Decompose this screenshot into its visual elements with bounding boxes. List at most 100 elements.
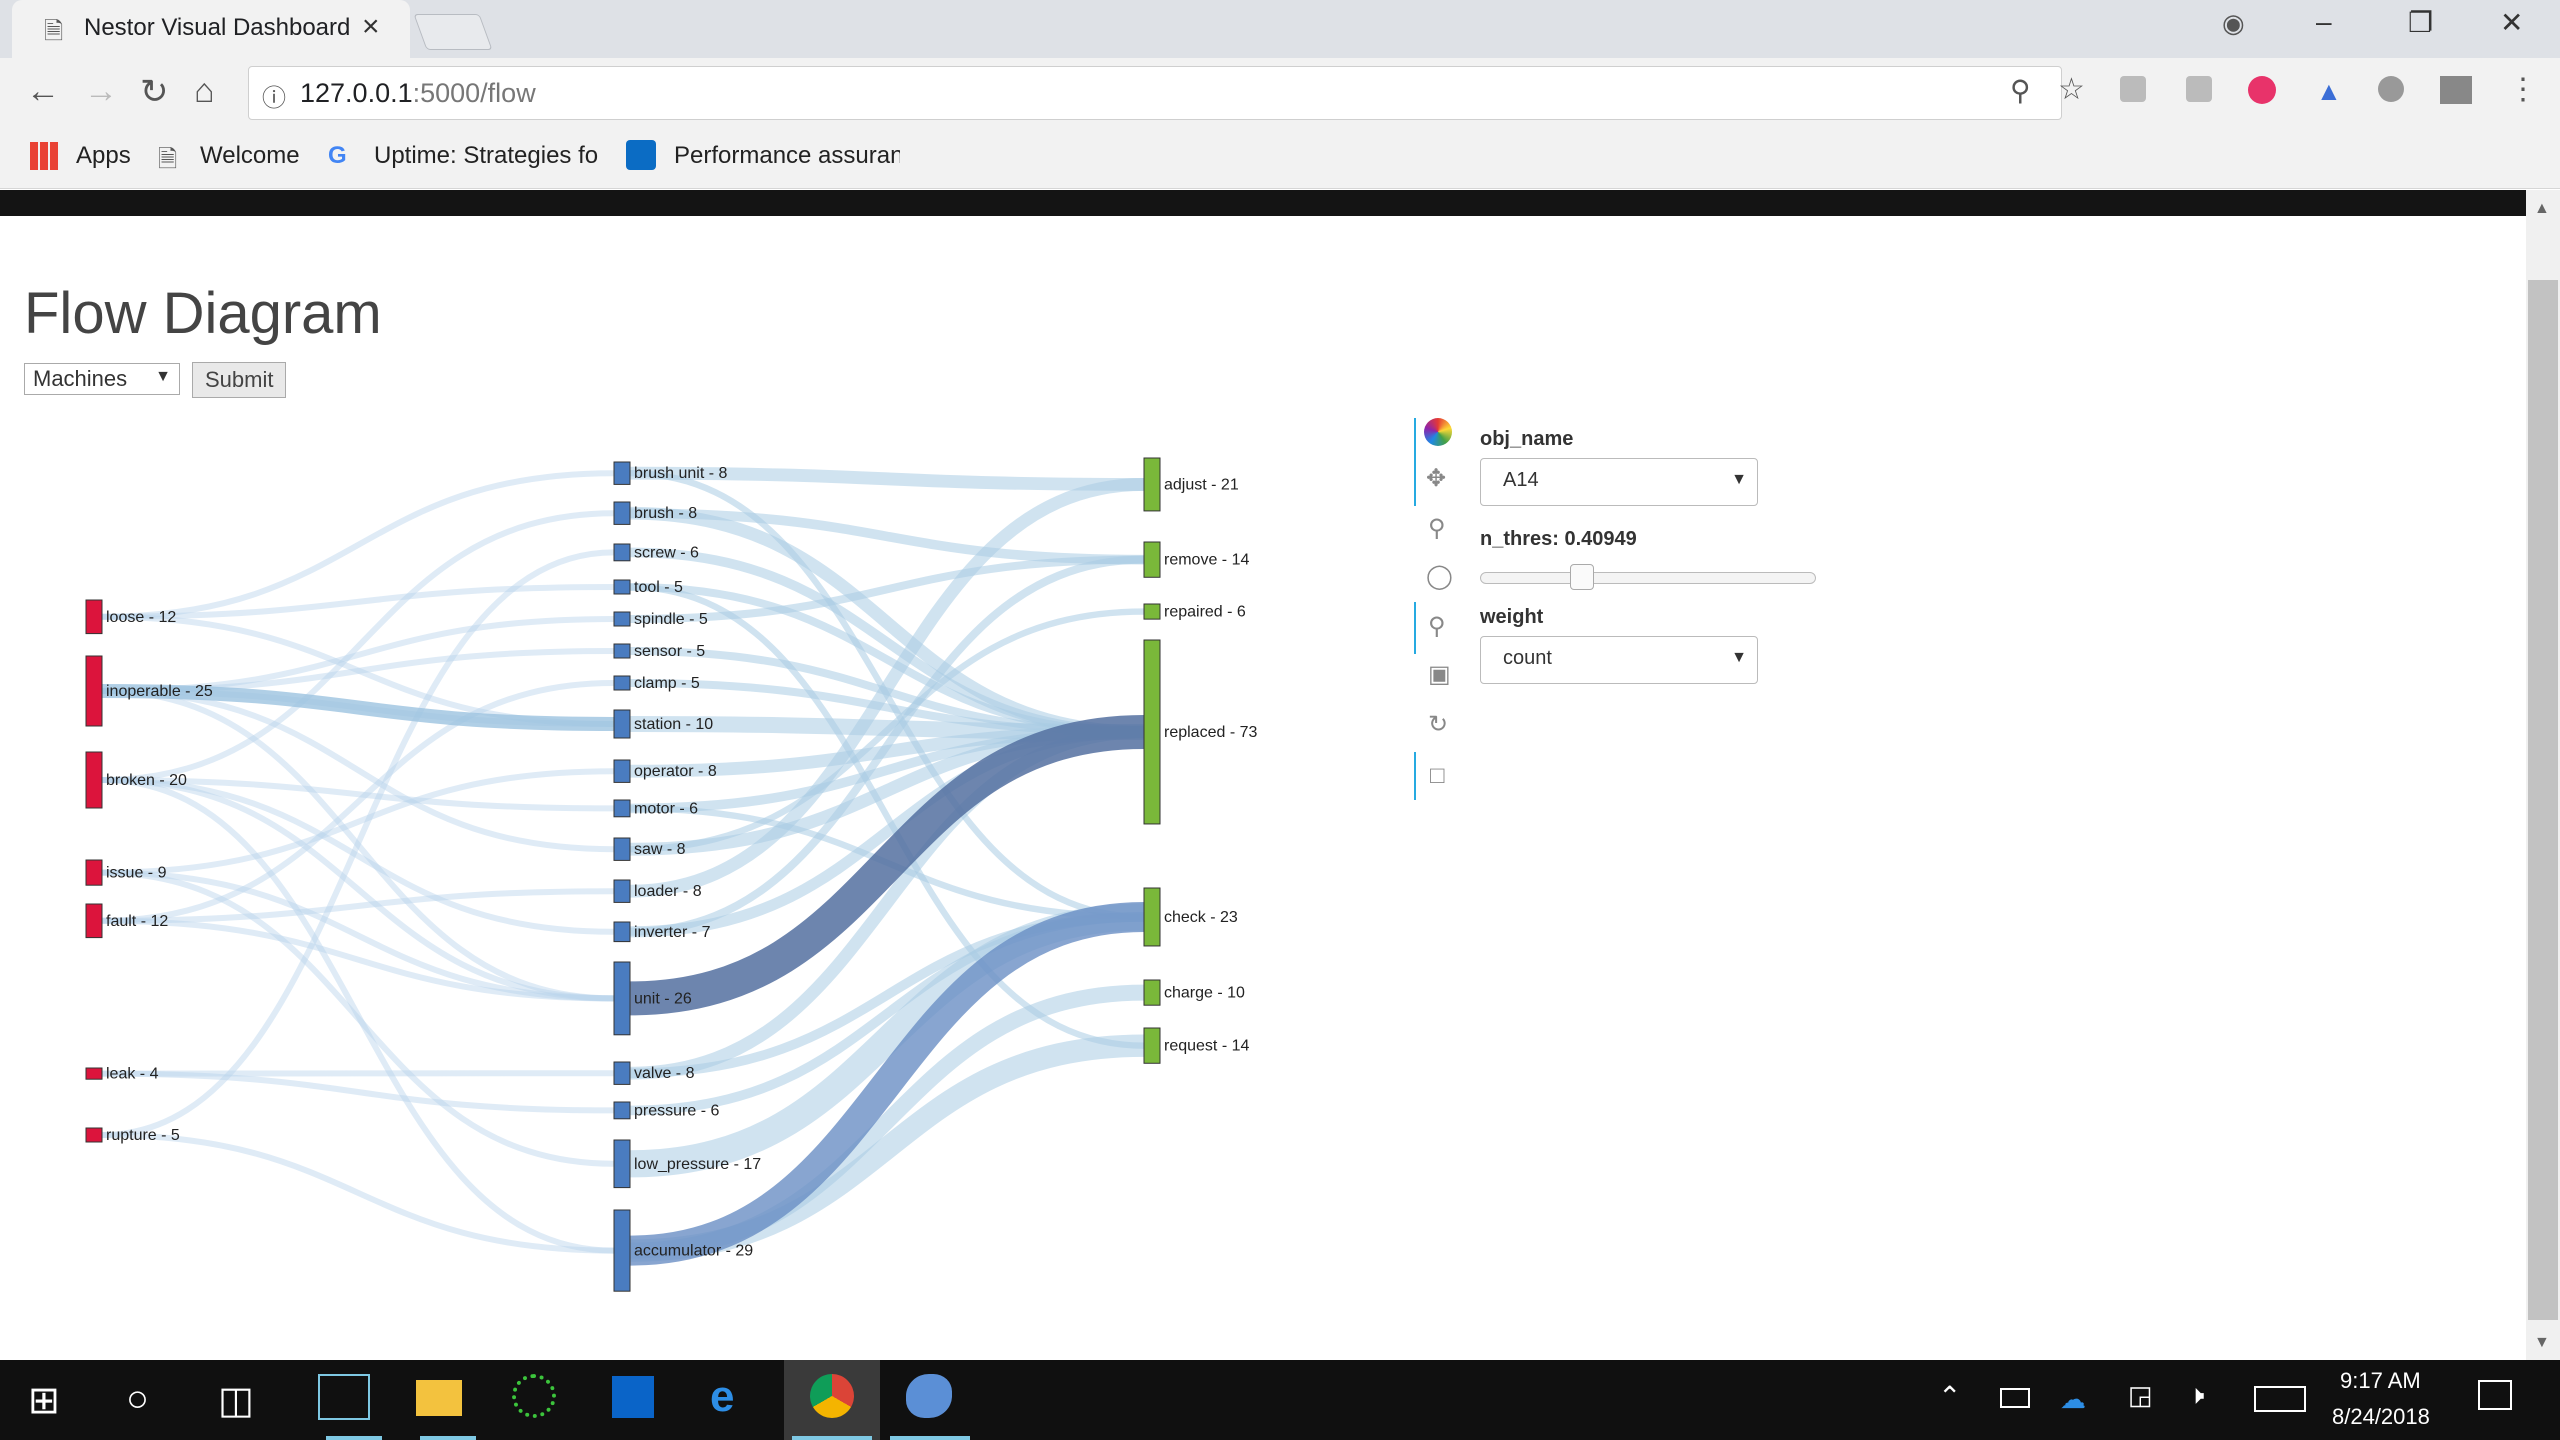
node-label: motor - 6 <box>634 800 698 817</box>
minimize-icon[interactable]: – <box>2316 6 2332 38</box>
start-icon[interactable]: ⊞ <box>28 1378 60 1423</box>
new-tab-button[interactable] <box>413 14 493 50</box>
clock-date[interactable]: 8/24/2018 <box>2332 1404 2430 1430</box>
active-indicator <box>792 1436 872 1440</box>
clock-time[interactable]: 9:17 AM <box>2340 1368 2421 1394</box>
flow-link <box>101 510 615 783</box>
scroll-up-arrow[interactable]: ▲ <box>2534 200 2550 218</box>
url-text[interactable]: 127.0.0.1:5000/flow <box>300 78 536 109</box>
node-label: saw - 8 <box>634 841 686 858</box>
back-icon[interactable]: ← <box>26 72 60 111</box>
item-node <box>613 1139 631 1189</box>
node-label: station - 10 <box>634 716 713 733</box>
node-label: remove - 14 <box>1164 552 1249 569</box>
home-icon[interactable]: ⌂ <box>194 72 215 111</box>
node-label: accumulator - 29 <box>634 1243 753 1260</box>
menu-icon[interactable]: ⋮ <box>2508 72 2538 107</box>
box-zoom-icon[interactable]: ⚲ <box>1428 514 1446 543</box>
node-label: loader - 8 <box>634 883 702 900</box>
threshold-slider-handle[interactable] <box>1570 564 1594 590</box>
node-label: low_pressure - 17 <box>634 1156 761 1173</box>
node-label: inverter - 7 <box>634 924 711 941</box>
reset-icon[interactable]: ↻ <box>1428 710 1448 739</box>
extension-window-icon[interactable] <box>2440 76 2472 104</box>
battery-icon[interactable] <box>2000 1388 2030 1408</box>
info-icon[interactable]: ⓘ <box>262 78 286 113</box>
node-label: broken - 20 <box>106 772 187 789</box>
profile-icon[interactable]: ◉ <box>2222 8 2245 39</box>
save-icon[interactable]: ▣ <box>1428 660 1451 689</box>
flow-link <box>629 901 1145 1266</box>
tab-close-icon[interactable]: × <box>362 10 380 44</box>
item-node <box>613 643 631 659</box>
weight-select[interactable]: count ▼ <box>1480 636 1758 684</box>
bookmark-uptime[interactable]: Uptime: Strategies fo <box>374 142 604 170</box>
item-node <box>613 961 631 1036</box>
task-view-icon[interactable]: ◫ <box>218 1378 254 1423</box>
scrollbar-thumb[interactable] <box>2528 280 2558 1320</box>
progress-app-icon[interactable] <box>512 1374 556 1418</box>
taskbar <box>0 1360 2560 1440</box>
scroll-down-arrow[interactable]: ▼ <box>2534 1334 2550 1352</box>
outlook-icon[interactable] <box>612 1376 654 1418</box>
wifi-icon[interactable]: ◲ <box>2128 1380 2153 1411</box>
paint-icon[interactable] <box>906 1374 952 1418</box>
item-node <box>613 579 631 595</box>
internet-explorer-icon[interactable]: e <box>710 1372 734 1422</box>
bookmark-performance[interactable]: Performance assuran <box>674 142 900 170</box>
node-label: adjust - 21 <box>1164 476 1239 493</box>
cortana-icon[interactable]: ○ <box>126 1378 149 1421</box>
zoom-tool-icon[interactable]: ⚲ <box>1428 612 1446 641</box>
category-select[interactable]: Machines ▼ <box>24 363 180 395</box>
active-indicator <box>890 1436 970 1440</box>
item-node <box>613 759 631 783</box>
node-label: screw - 6 <box>634 544 699 561</box>
item-node <box>613 799 631 818</box>
wheel-zoom-icon[interactable]: ◯ <box>1426 562 1453 591</box>
obj-name-select[interactable]: A14 ▼ <box>1480 458 1758 506</box>
chevron-up-icon[interactable]: ⌃ <box>1938 1380 1961 1413</box>
bokeh-logo-icon[interactable] <box>1424 418 1452 446</box>
solution-node <box>1143 603 1161 620</box>
extension-gray-icon[interactable] <box>2378 76 2404 102</box>
bookmark-star-icon[interactable]: ☆ <box>2058 72 2085 107</box>
problem-node <box>85 859 103 886</box>
item-node <box>613 501 631 525</box>
item-node <box>613 543 631 562</box>
page-title: Flow Diagram <box>24 281 382 346</box>
close-window-icon[interactable]: ✕ <box>2500 6 2523 39</box>
chrome-icon[interactable] <box>810 1374 854 1418</box>
flow-link <box>101 470 615 620</box>
bookmark-welcome[interactable]: Welcome <box>200 142 300 170</box>
node-label: sensor - 5 <box>634 643 705 660</box>
zoom-icon[interactable]: ⚲ <box>2010 74 2031 107</box>
extension-red-icon[interactable] <box>2248 76 2276 104</box>
keyboard-icon[interactable] <box>2254 1386 2306 1412</box>
node-label: operator - 8 <box>634 763 717 780</box>
editor-app-icon[interactable] <box>318 1374 370 1420</box>
node-label: tool - 5 <box>634 579 683 596</box>
node-label: issue - 9 <box>106 865 167 882</box>
bookmark-apps[interactable]: Apps <box>76 142 131 170</box>
submit-button[interactable]: Submit <box>192 362 286 398</box>
node-label: unit - 26 <box>634 990 692 1007</box>
threshold-slider[interactable] <box>1480 572 1816 584</box>
reload-icon[interactable]: ↻ <box>140 72 169 112</box>
extension-icon[interactable] <box>2120 76 2146 102</box>
pdf-extension-icon[interactable] <box>2186 76 2212 102</box>
item-node <box>613 879 631 903</box>
solution-node <box>1143 1027 1161 1064</box>
pan-tool-icon[interactable]: ✥ <box>1426 464 1446 493</box>
restore-icon[interactable]: ❐ <box>2408 6 2433 39</box>
notifications-icon[interactable] <box>2478 1380 2512 1410</box>
onedrive-icon[interactable]: ☁ <box>2060 1384 2086 1415</box>
tab-title: Nestor Visual Dashboard <box>84 14 351 41</box>
speaker-muted-icon[interactable]: 🕨 <box>2188 1380 2204 1412</box>
file-explorer-icon[interactable] <box>416 1380 462 1416</box>
hover-tool-icon[interactable]: □ <box>1430 762 1445 790</box>
node-label: inoperable - 25 <box>106 683 213 700</box>
forward-icon[interactable]: → <box>84 72 118 111</box>
extension-cap-icon[interactable]: ▲ <box>2316 76 2342 107</box>
node-label: replaced - 73 <box>1164 724 1257 741</box>
item-node <box>613 611 631 627</box>
